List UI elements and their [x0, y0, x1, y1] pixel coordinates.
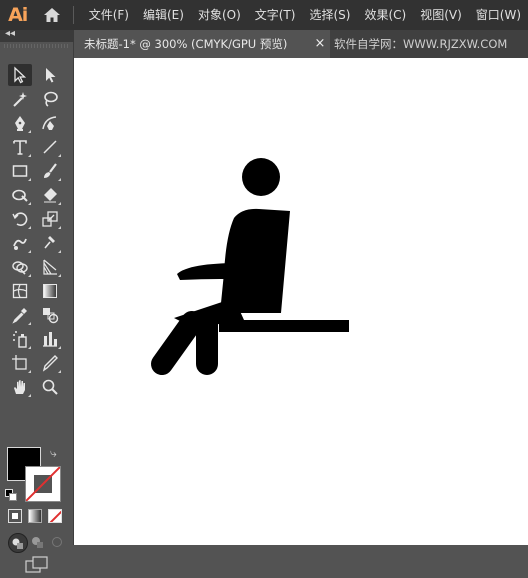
menu-effect[interactable]: 效果(C)	[357, 0, 413, 30]
eraser-tool-icon[interactable]	[38, 184, 62, 206]
document-tab-bar: 未标题-1* @ 300% (CMYK/GPU 预览) × 软件自学网：WWW.…	[74, 30, 528, 58]
selection-tool-icon[interactable]	[8, 64, 32, 86]
screen-mode-icon[interactable]	[25, 556, 49, 574]
type-tool-icon[interactable]	[8, 136, 32, 158]
menu-select[interactable]: 选择(S)	[302, 0, 357, 30]
figure-shin-back[interactable]	[151, 311, 203, 375]
collapse-panel-icon[interactable]: ◂◂	[5, 28, 15, 39]
rotate-tool-icon[interactable]	[8, 208, 32, 230]
menu-type[interactable]: 文字(T)	[248, 0, 303, 30]
color-mode-button[interactable]	[8, 509, 22, 523]
warp-tool-icon[interactable]	[8, 232, 32, 254]
eyedropper-tool-icon[interactable]	[8, 304, 32, 326]
column-graph-tool-icon[interactable]	[38, 328, 62, 350]
zoom-tool-icon[interactable]	[38, 376, 62, 398]
menu-bar: Ai 文件(F) 编辑(E) 对象(O) 文字(T) 选择(S) 效果(C) 视…	[0, 0, 528, 30]
mesh-tool-icon[interactable]	[8, 280, 32, 302]
direct-selection-tool-icon[interactable]	[38, 64, 62, 86]
menu-window[interactable]: 窗口(W)	[469, 0, 528, 30]
swap-fill-stroke-icon[interactable]: ⤷	[50, 446, 57, 461]
chair-seat[interactable]	[219, 320, 349, 332]
artboard-canvas[interactable]	[74, 58, 528, 545]
panel-grip[interactable]	[4, 44, 70, 48]
menu-edit[interactable]: 编辑(E)	[136, 0, 191, 30]
gradient-mode-button[interactable]	[28, 509, 42, 523]
document-tab[interactable]: 未标题-1* @ 300% (CMYK/GPU 预览)	[74, 30, 330, 58]
puppet-warp-tool-icon[interactable]	[38, 232, 62, 254]
perspective-grid-tool-icon[interactable]	[38, 256, 62, 278]
blend-tool-icon[interactable]	[38, 304, 62, 326]
lasso-tool-icon[interactable]	[38, 88, 62, 110]
none-mode-button[interactable]	[48, 509, 62, 523]
draw-normal-icon[interactable]	[8, 533, 28, 553]
close-icon[interactable]: ×	[312, 30, 328, 58]
figure-arm[interactable]	[177, 263, 254, 280]
menu-file[interactable]: 文件(F)	[82, 0, 136, 30]
tools-panel: ⤷	[0, 42, 74, 573]
rectangle-tool-icon[interactable]	[8, 160, 32, 182]
magic-wand-tool-icon[interactable]	[8, 88, 32, 110]
shape-builder-tool-icon[interactable]	[8, 256, 32, 278]
watermark-text: 软件自学网：WWW.RJZXW.COM	[334, 37, 508, 51]
stroke-color-swatch[interactable]	[25, 466, 61, 502]
seated-person-artwork[interactable]	[74, 58, 528, 545]
line-segment-tool-icon[interactable]	[38, 136, 62, 158]
paintbrush-tool-icon[interactable]	[38, 160, 62, 182]
curvature-tool-icon[interactable]	[38, 112, 62, 134]
draw-behind-icon[interactable]	[28, 533, 46, 551]
gradient-tool-icon[interactable]	[38, 280, 62, 302]
toolbar-header: ◂◂	[0, 28, 74, 42]
shaper-tool-icon[interactable]	[8, 184, 32, 206]
document-tab-title: 未标题-1* @ 300% (CMYK/GPU 预览)	[84, 37, 288, 51]
default-fill-stroke-icon[interactable]	[5, 486, 17, 501]
home-icon[interactable]	[37, 0, 66, 30]
menu-object[interactable]: 对象(O)	[191, 0, 248, 30]
figure-head[interactable]	[242, 158, 280, 196]
artboard-tool-icon[interactable]	[8, 352, 32, 374]
menu-view[interactable]: 视图(V)	[413, 0, 469, 30]
no-stroke-slash-icon	[26, 467, 60, 501]
draw-inside-icon[interactable]	[48, 533, 66, 551]
menu-divider	[72, 6, 74, 24]
scale-tool-icon[interactable]	[38, 208, 62, 230]
symbol-sprayer-tool-icon[interactable]	[8, 328, 32, 350]
hand-tool-icon[interactable]	[8, 376, 32, 398]
slice-tool-icon[interactable]	[38, 352, 62, 374]
figure-torso[interactable]	[220, 208, 290, 313]
pen-tool-icon[interactable]	[8, 112, 32, 134]
app-logo: Ai	[8, 4, 28, 26]
